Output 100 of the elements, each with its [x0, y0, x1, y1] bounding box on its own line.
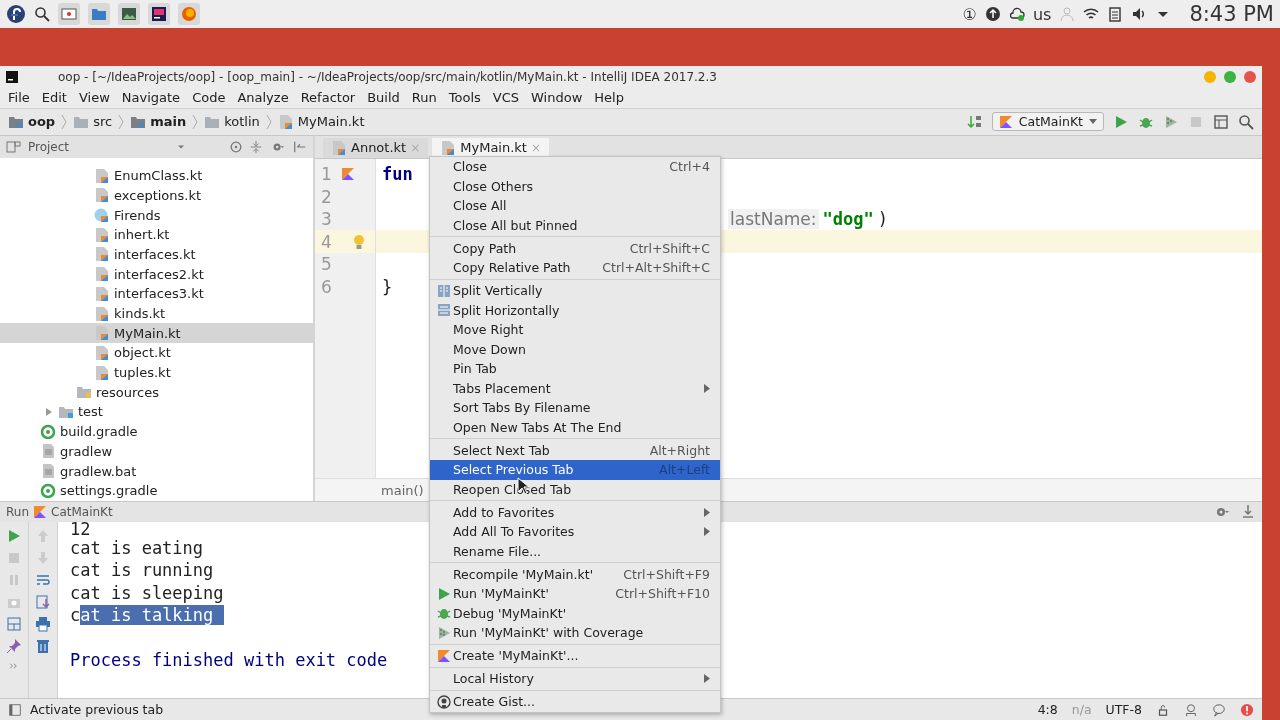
tree-item[interactable]: inhert.kt — [0, 224, 313, 245]
menu-item[interactable]: Add All To Favorites — [430, 522, 720, 542]
tree-item[interactable]: kinds.kt — [0, 303, 313, 324]
menu-item[interactable]: Help — [588, 90, 630, 106]
tree-item[interactable]: resources — [0, 382, 313, 403]
menu-item[interactable]: Create 'MyMainKt'... — [430, 646, 720, 666]
menu-item[interactable]: Local History — [430, 669, 720, 689]
menu-item[interactable]: VCS — [486, 90, 526, 106]
menu-item[interactable]: File — [2, 90, 36, 106]
close-button[interactable] — [1244, 71, 1256, 83]
menu-item[interactable]: Build — [361, 90, 406, 106]
breadcrumb[interactable]: MyMain.kt — [277, 113, 365, 130]
menu-item[interactable]: Copy Relative Path Ctrl+Alt+Shift+C — [430, 258, 720, 278]
pin-icon[interactable] — [6, 638, 22, 655]
panel-title[interactable]: Project — [28, 139, 70, 154]
menu-item[interactable]: Run — [405, 90, 443, 106]
menu-item[interactable]: Add to Favorites — [430, 502, 720, 522]
tree-item[interactable]: gradlew — [0, 441, 313, 462]
fedora-logo-icon[interactable] — [6, 4, 26, 24]
keyboard-layout[interactable]: us — [1032, 4, 1052, 24]
menu-item[interactable]: Edit — [35, 90, 73, 106]
menu-item[interactable]: Debug 'MyMainKt' — [430, 603, 720, 623]
code-breadcrumb[interactable]: main() — [381, 482, 424, 498]
project-structure-icon[interactable] — [1213, 113, 1229, 130]
breadcrumb[interactable]: kotlin — [204, 114, 260, 130]
menu-item[interactable]: Split Horizontally — [430, 300, 720, 320]
tree-item[interactable]: build.gradle — [0, 421, 313, 442]
trash-icon[interactable] — [35, 638, 51, 655]
run-configuration-dropdown[interactable]: CatMainKt — [991, 112, 1104, 132]
run-icon[interactable] — [1113, 113, 1129, 130]
tool-window-title[interactable]: Run — [6, 505, 29, 520]
tree-item[interactable]: Firends — [0, 205, 313, 225]
collapse-all-icon[interactable] — [249, 139, 263, 154]
print-icon[interactable] — [35, 616, 51, 633]
caret-position[interactable]: 4:8 — [1037, 702, 1058, 717]
menu-item[interactable]: Select Previous Tab Alt+Left — [430, 460, 720, 480]
editor-tab[interactable]: Annot.kt × — [323, 137, 429, 158]
tree-item[interactable]: interfaces3.kt — [0, 284, 313, 304]
menu-item[interactable]: View — [72, 90, 116, 106]
chat-bubble-icon[interactable] — [1212, 702, 1226, 717]
search-icon[interactable] — [34, 6, 50, 22]
menu-item[interactable]: Move Right — [430, 320, 720, 340]
menu-item[interactable]: Move Down — [430, 339, 720, 359]
tree-item[interactable]: test — [0, 402, 313, 422]
file-encoding[interactable]: UTF-8 — [1105, 702, 1142, 717]
menu-item[interactable]: Refactor — [294, 90, 362, 106]
sort-icon[interactable] — [966, 113, 983, 130]
menu-item[interactable]: Sort Tabs By Filename — [430, 398, 720, 418]
scroll-to-end-icon[interactable] — [35, 594, 51, 611]
rerun-icon[interactable] — [6, 528, 22, 545]
update-icon[interactable] — [984, 6, 1001, 22]
notification-count[interactable]: ① — [962, 4, 977, 24]
menu-item[interactable]: Close All — [430, 196, 720, 216]
cloud-icon[interactable] — [1008, 6, 1025, 22]
menu-item[interactable]: Rename File... — [430, 541, 720, 561]
breadcrumb[interactable]: oop — [8, 114, 56, 130]
tree-item[interactable]: settings.gradle — [0, 480, 313, 501]
menu-item[interactable]: Open New Tabs At The End — [430, 417, 720, 437]
search-icon[interactable] — [1238, 113, 1254, 130]
run-tab[interactable]: CatMainKt — [51, 505, 113, 520]
menu-item[interactable]: Close Others — [430, 176, 720, 196]
menu-item[interactable]: Analyze — [231, 90, 295, 106]
menu-item[interactable]: Select Next Tab Alt+Right — [430, 440, 720, 460]
tree-item[interactable]: EnumClass.kt — [0, 165, 313, 186]
locate-icon[interactable] — [229, 139, 243, 154]
menu-item[interactable]: Copy Path Ctrl+Shift+C — [430, 238, 720, 258]
menu-item[interactable]: Navigate — [115, 90, 187, 106]
menu-item[interactable]: Tabs Placement — [430, 378, 720, 398]
tree-item[interactable]: tuples.kt — [0, 362, 313, 383]
tree-item[interactable]: interfaces2.kt — [0, 264, 313, 284]
breadcrumb[interactable]: main — [130, 114, 187, 130]
layout-icon[interactable] — [6, 616, 22, 633]
wifi-icon[interactable] — [1083, 6, 1100, 22]
menu-item[interactable]: Code — [186, 90, 232, 106]
menu-item[interactable]: Close All but Pinned — [430, 215, 720, 235]
lightbulb-icon[interactable] — [353, 233, 365, 250]
error-icon[interactable] — [1240, 702, 1254, 717]
menu-item[interactable]: Run 'MyMainKt' with Coverage — [430, 623, 720, 643]
tree-item[interactable]: object.kt — [0, 343, 313, 363]
maximize-button[interactable] — [1224, 71, 1236, 83]
menu-item[interactable]: Create Gist... — [430, 692, 720, 712]
menu-item[interactable]: Close Ctrl+4 — [430, 157, 720, 177]
menu-item[interactable]: Tools — [442, 90, 487, 106]
clipboard-icon[interactable] — [1107, 6, 1124, 22]
breadcrumb[interactable]: src — [73, 114, 113, 130]
menu-item[interactable]: Split Vertically — [430, 281, 720, 301]
hide-panel-icon[interactable] — [1240, 504, 1256, 521]
lock-icon[interactable] — [1156, 702, 1170, 717]
tree-item[interactable]: exceptions.kt — [0, 185, 313, 206]
tree-item[interactable]: MyMain.kt — [0, 323, 313, 344]
tree-item[interactable]: interfaces.kt — [0, 244, 313, 265]
tree-item[interactable]: gradlew.bat — [0, 461, 313, 481]
menu-item[interactable]: Run 'MyMainKt' Ctrl+Shift+F10 — [430, 584, 720, 604]
expand-arrow-icon[interactable] — [44, 407, 54, 417]
inspector-icon[interactable] — [1184, 702, 1198, 717]
project-view-icon[interactable] — [6, 138, 22, 155]
menu-item[interactable]: Pin Tab — [430, 359, 720, 379]
coverage-icon[interactable] — [1163, 113, 1179, 130]
editor-tab[interactable]: MyMain.kt × — [432, 137, 549, 158]
clock[interactable]: 8:43 PM — [1189, 2, 1274, 26]
